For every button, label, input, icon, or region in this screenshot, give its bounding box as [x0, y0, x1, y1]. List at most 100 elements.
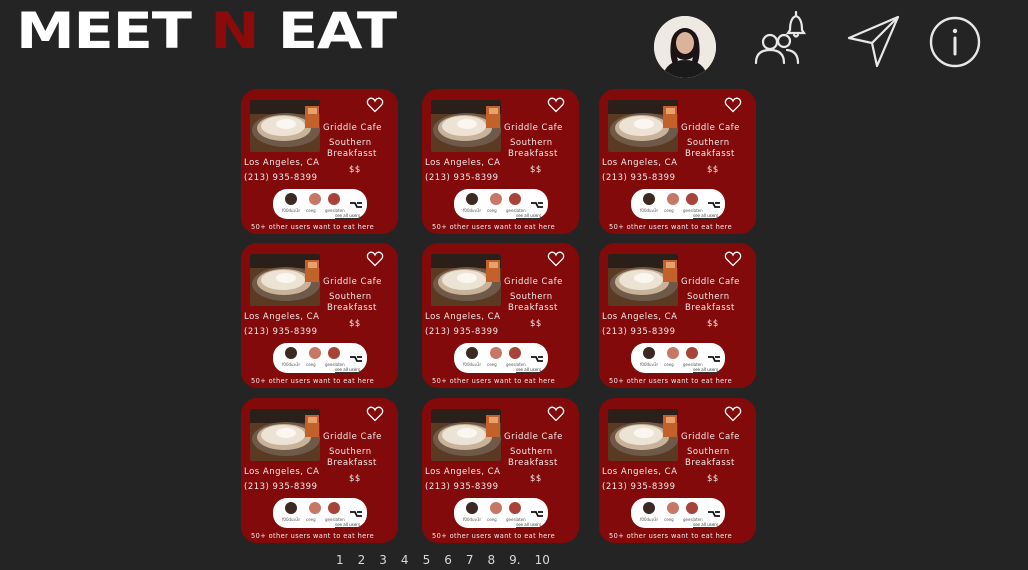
page-link[interactable]: 7	[466, 553, 474, 567]
interested-users[interactable]: f00duv3r ceeg geeslaten see all users	[631, 189, 725, 219]
user-avatar[interactable]	[285, 193, 297, 205]
favorite-heart-icon[interactable]	[724, 406, 742, 422]
user-name: ceeg	[306, 362, 316, 367]
user-avatar[interactable]	[285, 502, 297, 514]
see-all-users-link[interactable]: see all users	[693, 213, 718, 218]
restaurant-card[interactable]: Griddle Cafe Southern Breakfasst Los Ang…	[241, 89, 398, 234]
favorite-heart-icon[interactable]	[547, 251, 565, 267]
interested-users[interactable]: f00duv3r ceeg geeslaten see all users	[631, 343, 725, 373]
page-link[interactable]: 6	[444, 553, 452, 567]
cuisine-line-1: Southern	[510, 138, 553, 148]
app-mark-icon	[530, 504, 544, 517]
user-avatar[interactable]	[643, 193, 655, 205]
user-avatar[interactable]	[490, 347, 502, 359]
send-icon[interactable]	[846, 14, 902, 70]
restaurant-city: Los Angeles, CA	[244, 158, 320, 168]
user-avatar[interactable]	[490, 502, 502, 514]
restaurant-phone: (213) 935-8399	[425, 482, 499, 492]
page-link[interactable]: 10	[535, 553, 550, 567]
app-logo[interactable]: MEET N EAT	[16, 6, 397, 56]
restaurant-card[interactable]: Griddle Cafe Southern Breakfasst Los Ang…	[599, 89, 756, 234]
restaurant-card[interactable]: Griddle Cafe Southern Breakfasst Los Ang…	[422, 398, 579, 543]
page-link[interactable]: 2	[358, 553, 366, 567]
user-avatar[interactable]	[686, 193, 698, 205]
see-all-users-link[interactable]: see all users	[516, 522, 541, 527]
cuisine-line-1: Southern	[329, 138, 372, 148]
page-link[interactable]: 5	[423, 553, 431, 567]
restaurant-name: Griddle Cafe	[681, 277, 740, 287]
profile-avatar[interactable]	[654, 16, 716, 78]
page-link[interactable]: 3	[379, 553, 387, 567]
others-count: 50+ other users want to eat here	[609, 223, 733, 231]
user-avatar[interactable]	[328, 347, 340, 359]
restaurant-card[interactable]: Griddle Cafe Southern Breakfasst Los Ang…	[422, 243, 579, 388]
user-avatar[interactable]	[643, 347, 655, 359]
page-link[interactable]: 4	[401, 553, 409, 567]
restaurant-name: Griddle Cafe	[504, 432, 563, 442]
restaurant-card[interactable]: Griddle Cafe Southern Breakfasst Los Ang…	[422, 89, 579, 234]
user-avatar[interactable]	[667, 193, 679, 205]
see-all-users-link[interactable]: see all users	[693, 367, 718, 372]
restaurant-card[interactable]: Griddle Cafe Southern Breakfasst Los Ang…	[599, 398, 756, 543]
user-avatar[interactable]	[328, 193, 340, 205]
see-all-users-link[interactable]: see all users	[335, 367, 360, 372]
user-name: f00duv3r	[463, 208, 482, 213]
page-link[interactable]: 8	[487, 553, 495, 567]
restaurant-card[interactable]: Griddle Cafe Southern Breakfasst Los Ang…	[599, 243, 756, 388]
user-name: f00duv3r	[640, 517, 659, 522]
user-avatar[interactable]	[466, 193, 478, 205]
favorite-heart-icon[interactable]	[724, 97, 742, 113]
user-avatar[interactable]	[509, 347, 521, 359]
user-avatar[interactable]	[466, 502, 478, 514]
favorite-heart-icon[interactable]	[366, 406, 384, 422]
page-link[interactable]: 1	[336, 553, 344, 567]
user-avatar[interactable]	[309, 502, 321, 514]
restaurant-name: Griddle Cafe	[681, 432, 740, 442]
cuisine-line-2: Breakfasst	[327, 303, 377, 313]
interested-users[interactable]: f00duv3r ceeg geeslaten see all users	[273, 498, 367, 528]
interested-users[interactable]: f00duv3r ceeg geeslaten see all users	[454, 189, 548, 219]
user-avatar[interactable]	[309, 193, 321, 205]
restaurant-photo	[431, 254, 501, 306]
favorite-heart-icon[interactable]	[366, 251, 384, 267]
cuisine-line-1: Southern	[510, 447, 553, 457]
user-avatar[interactable]	[686, 347, 698, 359]
price-level: $$	[707, 474, 719, 484]
see-all-users-link[interactable]: see all users	[693, 522, 718, 527]
user-avatar[interactable]	[328, 502, 340, 514]
page-link[interactable]: 9.	[509, 553, 520, 567]
app-mark-icon	[349, 349, 363, 362]
user-avatar[interactable]	[667, 502, 679, 514]
interested-users[interactable]: f00duv3r ceeg geeslaten see all users	[454, 498, 548, 528]
restaurant-phone: (213) 935-8399	[244, 173, 318, 183]
user-avatar[interactable]	[686, 502, 698, 514]
user-avatar[interactable]	[309, 347, 321, 359]
see-all-users-link[interactable]: see all users	[335, 522, 360, 527]
favorite-heart-icon[interactable]	[724, 251, 742, 267]
restaurant-card[interactable]: Griddle Cafe Southern Breakfasst Los Ang…	[241, 398, 398, 543]
cuisine-line-1: Southern	[329, 447, 372, 457]
interested-users[interactable]: f00duv3r ceeg geeslaten see all users	[273, 189, 367, 219]
user-name: ceeg	[487, 362, 497, 367]
favorite-heart-icon[interactable]	[547, 406, 565, 422]
friends-bell-icon[interactable]	[750, 6, 812, 66]
see-all-users-link[interactable]: see all users	[335, 213, 360, 218]
favorite-heart-icon[interactable]	[547, 97, 565, 113]
user-avatar[interactable]	[509, 502, 521, 514]
app-mark-icon	[349, 504, 363, 517]
see-all-users-link[interactable]: see all users	[516, 213, 541, 218]
user-avatar[interactable]	[490, 193, 502, 205]
user-avatar[interactable]	[285, 347, 297, 359]
info-icon[interactable]	[928, 15, 982, 69]
user-avatar[interactable]	[466, 347, 478, 359]
user-avatar[interactable]	[643, 502, 655, 514]
price-level: $$	[349, 474, 361, 484]
user-avatar[interactable]	[509, 193, 521, 205]
interested-users[interactable]: f00duv3r ceeg geeslaten see all users	[273, 343, 367, 373]
interested-users[interactable]: f00duv3r ceeg geeslaten see all users	[454, 343, 548, 373]
restaurant-card[interactable]: Griddle Cafe Southern Breakfasst Los Ang…	[241, 243, 398, 388]
interested-users[interactable]: f00duv3r ceeg geeslaten see all users	[631, 498, 725, 528]
favorite-heart-icon[interactable]	[366, 97, 384, 113]
user-avatar[interactable]	[667, 347, 679, 359]
see-all-users-link[interactable]: see all users	[516, 367, 541, 372]
